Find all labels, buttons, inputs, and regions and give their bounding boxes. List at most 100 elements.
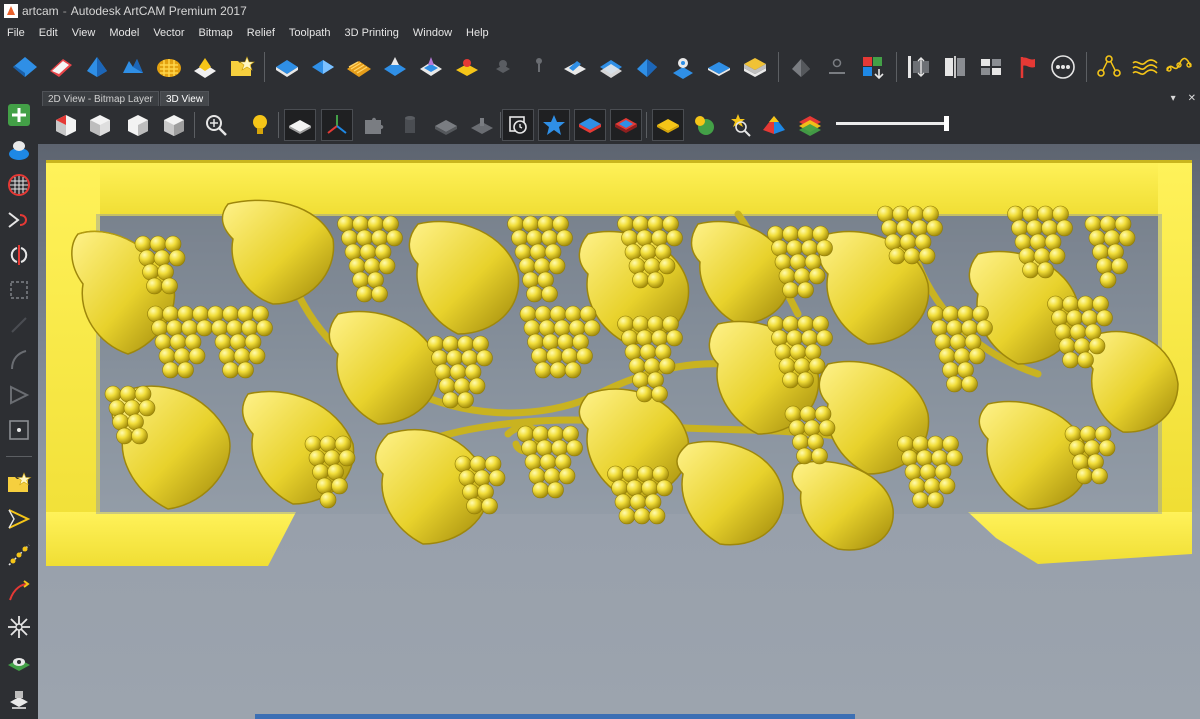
menu-3d-printing[interactable]: 3D Printing (337, 27, 405, 39)
search-gear-icon[interactable] (724, 109, 756, 141)
tab-dropdown-icon[interactable]: ▾ (1171, 93, 1176, 104)
stamp-icon[interactable] (4, 684, 34, 714)
menu-relief[interactable]: Relief (240, 27, 282, 39)
top-view-icon[interactable] (158, 109, 190, 141)
tab-close-icon[interactable]: ✕ (1188, 93, 1196, 104)
layer-stack-icon[interactable] (702, 50, 736, 84)
iso-view-icon[interactable] (50, 109, 82, 141)
pyramid-icon[interactable] (758, 109, 790, 141)
gray-plane-icon[interactable] (466, 109, 498, 141)
green-blob-icon[interactable] (688, 109, 720, 141)
rainbow-layers-icon[interactable] (794, 109, 826, 141)
extrude-icon[interactable] (80, 50, 114, 84)
grape-berry (782, 371, 799, 389)
wave-nodes-icon[interactable] (1162, 50, 1196, 84)
rotate-view-icon[interactable] (502, 109, 534, 141)
reset-relief-icon[interactable] (44, 50, 78, 84)
blue-layer-icon[interactable] (574, 109, 606, 141)
wave-icon[interactable] (1128, 50, 1162, 84)
sculpt-icon[interactable] (450, 50, 484, 84)
3d-viewport[interactable] (38, 144, 1200, 719)
flag-icon[interactable] (1010, 50, 1044, 84)
zoom-icon[interactable] (200, 109, 232, 141)
add-icon[interactable] (4, 100, 34, 130)
split-icon[interactable] (4, 240, 34, 270)
left-toolbar (0, 90, 38, 719)
scale-icon[interactable] (902, 50, 936, 84)
new-model-icon[interactable] (224, 50, 258, 84)
offset-relief-icon[interactable] (414, 50, 448, 84)
grid-icon[interactable] (4, 170, 34, 200)
smooth-relief-icon[interactable] (594, 50, 628, 84)
layer-blob-icon[interactable] (4, 135, 34, 165)
texture-icon[interactable] (342, 50, 376, 84)
vector-icon[interactable] (4, 504, 34, 534)
grape-berry (793, 267, 811, 285)
pin-icon-2[interactable] (820, 50, 854, 84)
grape-berry (252, 305, 269, 323)
tile-icon[interactable] (974, 50, 1008, 84)
fade-icon[interactable] (666, 50, 700, 84)
cylinder-icon[interactable] (394, 109, 426, 141)
relief-layer-icon[interactable] (270, 50, 304, 84)
star-burst-icon[interactable] (4, 612, 34, 642)
pin-icon[interactable] (522, 50, 556, 84)
blue-shape-icon[interactable] (306, 50, 340, 84)
shading-slider-track[interactable] (836, 122, 948, 125)
puzzle-icon[interactable] (358, 109, 390, 141)
shading-slider-thumb[interactable] (944, 116, 949, 131)
gray-relief-icon[interactable] (430, 109, 462, 141)
light-icon[interactable] (244, 109, 276, 141)
mirror-icon[interactable] (938, 50, 972, 84)
interactive-icon[interactable] (558, 50, 592, 84)
color-split-icon[interactable] (856, 50, 890, 84)
shaded-relief-icon[interactable] (284, 109, 316, 141)
create-relief-icon[interactable] (8, 50, 42, 84)
faded-icon[interactable] (4, 310, 34, 340)
circle-options-icon[interactable] (1046, 50, 1080, 84)
menu-toolpath[interactable]: Toolpath (282, 27, 338, 39)
menu-help[interactable]: Help (459, 27, 496, 39)
tab-3d-view[interactable]: 3D View (160, 91, 210, 107)
merge-relief-icon[interactable] (378, 50, 412, 84)
menu-window[interactable]: Window (406, 27, 459, 39)
curve-icon[interactable] (4, 345, 34, 375)
grape-berry (938, 477, 956, 495)
side-view-icon[interactable] (122, 109, 154, 141)
grape-berry (169, 333, 187, 351)
grape-berry (477, 483, 494, 501)
node-icon[interactable] (1092, 50, 1126, 84)
arrow-curve-icon[interactable] (4, 576, 34, 606)
yellow-plate-icon[interactable] (652, 109, 684, 141)
disabled-icon[interactable] (486, 50, 520, 84)
tab-2d-view-bitmap-layer[interactable]: 2D View - Bitmap Layer (42, 91, 159, 107)
grape-berry (177, 361, 194, 379)
menu-file[interactable]: File (0, 27, 32, 39)
square-dot-icon[interactable] (4, 415, 34, 445)
path-arrow-icon[interactable] (4, 205, 34, 235)
weave-icon[interactable] (152, 50, 186, 84)
menu-edit[interactable]: Edit (32, 27, 65, 39)
star-surface-icon[interactable] (538, 109, 570, 141)
menu-view[interactable]: View (65, 27, 103, 39)
folder-star-icon[interactable] (4, 468, 34, 498)
grape-berry (652, 465, 669, 483)
eye-icon[interactable] (4, 648, 34, 678)
spin-icon[interactable] (116, 50, 150, 84)
front-view-icon[interactable] (84, 109, 116, 141)
bake-icon[interactable] (738, 50, 772, 84)
unpin-icon[interactable] (784, 50, 818, 84)
paste-relief-icon[interactable] (630, 50, 664, 84)
red-layer-icon[interactable] (610, 109, 642, 141)
shape-editor-icon[interactable] (188, 50, 222, 84)
menu-vector[interactable]: Vector (146, 27, 191, 39)
node-line-icon[interactable] (4, 540, 34, 570)
axes-icon[interactable] (321, 109, 353, 141)
grape-berry (108, 399, 126, 417)
menu-bitmap[interactable]: Bitmap (192, 27, 240, 39)
grape-berry (211, 319, 228, 337)
dotted-square-icon[interactable] (4, 275, 34, 305)
triangle-icon[interactable] (4, 380, 34, 410)
grape-berry (564, 305, 582, 323)
menu-model[interactable]: Model (102, 27, 146, 39)
